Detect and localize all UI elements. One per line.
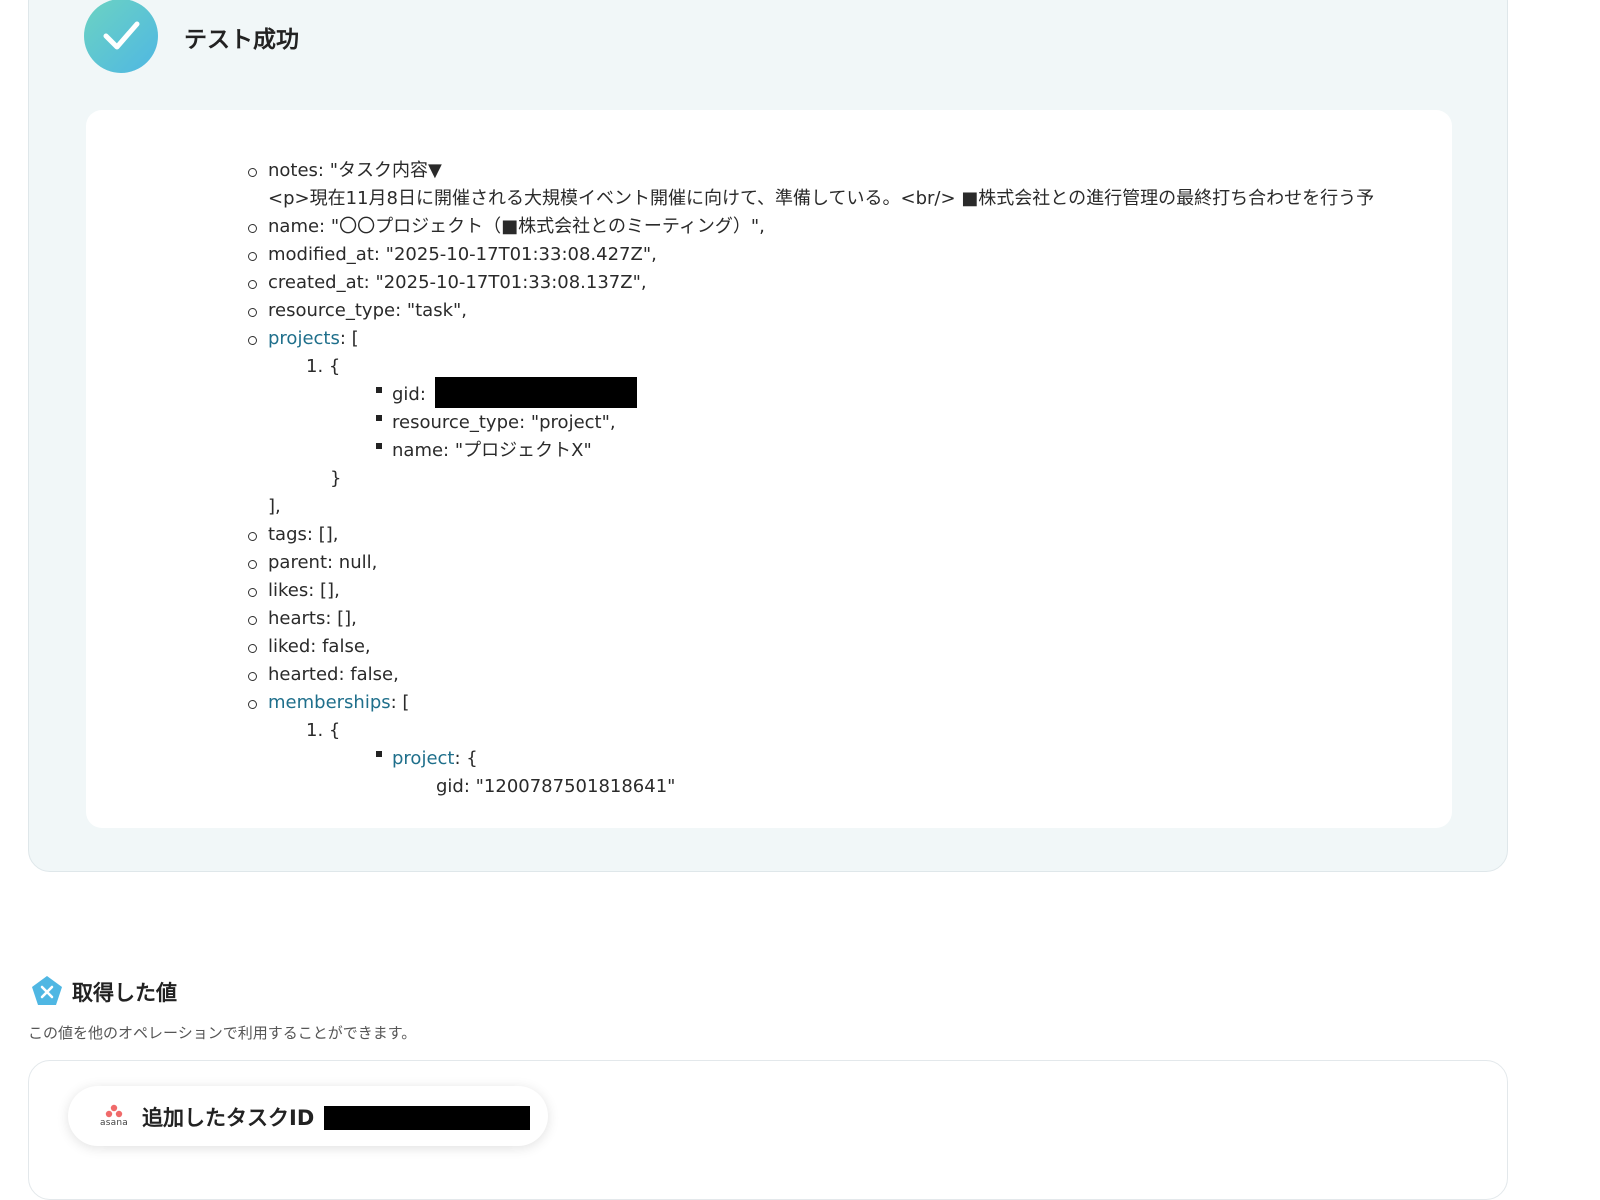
list-bullet [248,672,257,681]
list-bullet [248,224,257,233]
list-bullet [248,532,257,541]
json-line-parent: parent: null, [268,552,378,573]
json-line-project-resource-type: resource_type: "project", [392,412,616,433]
json-line-projects-item: 1. { [306,356,341,377]
projects-key-link[interactable]: projects [268,328,340,349]
redacted-task-id [324,1106,530,1130]
json-line-notes: notes: "タスク内容▼ [268,160,442,181]
json-line-liked: liked: false, [268,636,371,657]
json-line-likes: likes: [], [268,580,340,601]
list-bullet [248,252,257,261]
json-output-box: g notes: "タスク内容▼ <p>現在11月8日に開催される大規模イベント… [86,110,1452,828]
json-line-tags: tags: [], [268,524,339,545]
list-bullet [376,751,382,757]
json-line-project: project: { [392,746,478,772]
value-chip-task-id[interactable]: asana 追加したタスクID [68,1086,548,1146]
values-title: 取得した値 [72,981,177,1005]
memberships-open: : [ [390,692,410,713]
list-bullet [376,443,382,449]
project-open: : { [454,748,478,769]
json-line-notes-body: <p>現在11月8日に開催される大規模イベント開催に向けて、準備している。<br… [268,188,1375,209]
json-line-name: name: "〇〇プロジェクト（■株式会社とのミーティング）", [268,216,765,237]
list-bullet [248,280,257,289]
json-line-close-bracket: ], [268,496,281,517]
projects-open: : [ [339,328,359,349]
json-line-hearts: hearts: [], [268,608,357,629]
list-bullet [376,415,382,421]
asana-logo-icon: asana [98,1104,130,1130]
json-line-created-at: created_at: "2025-10-17T01:33:08.137Z", [268,272,647,293]
json-line-memberships-item: 1. { [306,720,341,741]
json-line-project-name: name: "プロジェクトX" [392,440,592,461]
list-bullet [248,308,257,317]
list-bullet [248,560,257,569]
json-line-gid: gid: [392,384,426,405]
memberships-key-link[interactable]: memberships [268,692,391,713]
list-bullet [248,644,257,653]
list-bullet [248,588,257,597]
test-success-title: テスト成功 [184,27,299,53]
list-bullet [376,387,382,393]
check-circle-icon [84,0,158,73]
list-bullet [248,168,257,177]
json-line-projects: projects: [ [268,326,359,352]
json-line-clipped: g [264,130,275,132]
redacted-gid [435,377,637,408]
list-bullet [248,700,257,709]
json-line-close-brace: } [330,468,342,489]
project-key-link[interactable]: project [392,748,454,769]
json-line-resource-type: resource_type: "task", [268,300,468,321]
list-bullet [248,336,257,345]
json-line-memberships: memberships: [ [268,690,409,716]
json-line-modified-at: modified_at: "2025-10-17T01:33:08.427Z", [268,244,657,265]
value-chip-label: 追加したタスクID [142,1106,315,1130]
json-output-scroll[interactable]: g notes: "タスク内容▼ <p>現在11月8日に開催される大規模イベント… [86,130,1452,798]
pentagon-x-icon [32,976,62,1005]
json-line-gid-partial: gid: "1200787501818641" [436,776,676,797]
list-bullet [248,616,257,625]
values-description: この値を他のオペレーションで利用することができます。 [28,1024,417,1042]
json-line-hearted: hearted: false, [268,664,399,685]
asana-logo-text: asana [100,1118,128,1128]
